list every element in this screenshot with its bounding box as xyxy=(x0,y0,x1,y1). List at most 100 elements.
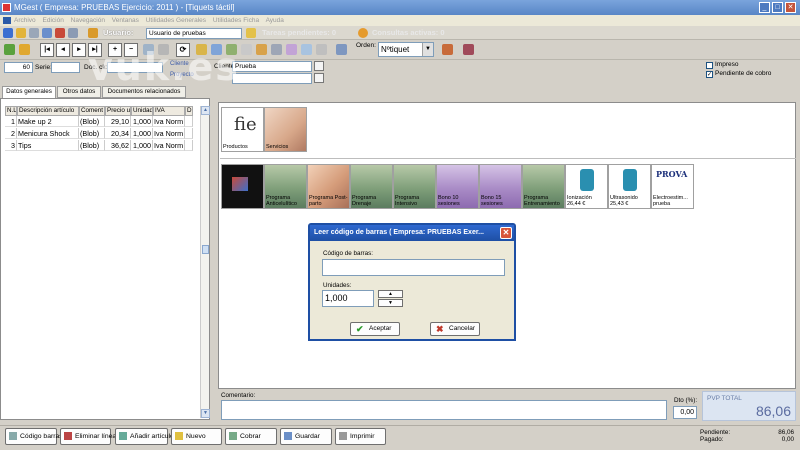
discount-field[interactable]: 0,00 xyxy=(673,406,697,419)
last-record-button[interactable]: ▸| xyxy=(88,43,102,57)
scroll-thumb[interactable] xyxy=(202,245,209,254)
grid-icon[interactable] xyxy=(226,44,237,55)
project-lookup-button[interactable] xyxy=(314,73,324,83)
barcode-button[interactable]: Código barras xyxy=(5,428,63,445)
client-lookup-button[interactable] xyxy=(314,61,324,71)
print-icon[interactable] xyxy=(29,28,39,38)
menu-utilidades-generales[interactable]: Utilidades Generales xyxy=(146,17,206,24)
forward-arrow-icon[interactable] xyxy=(19,44,30,55)
tools-icon[interactable] xyxy=(463,44,474,55)
scroll-up-icon[interactable]: ▲ xyxy=(201,106,210,115)
user-field[interactable]: Usuario de pruebas xyxy=(146,28,242,39)
remove-record-button[interactable]: − xyxy=(124,43,138,57)
accept-button[interactable]: ✔ Aceptar xyxy=(350,322,400,336)
chart-icon[interactable] xyxy=(286,44,297,55)
series-field[interactable] xyxy=(51,62,80,73)
pen-icon[interactable] xyxy=(442,44,453,55)
refresh-button[interactable]: ⟳ xyxy=(176,43,190,57)
product-tile-ultrasonido[interactable]: Ultrasonido 25,43 € xyxy=(608,164,651,209)
product-tile-post-parto[interactable]: Programa Post-parto xyxy=(307,164,350,209)
product-tile-bono-15[interactable]: Bono 15 sesiones xyxy=(479,164,522,209)
calculator-icon[interactable] xyxy=(68,28,78,38)
col-header-comment[interactable]: Coment xyxy=(79,106,105,116)
table-row[interactable]: 2 Menicura Shock (Blob) 20,34 1,000 Iva … xyxy=(5,128,193,139)
add-record-button[interactable]: + xyxy=(108,43,122,57)
scroll-down-icon[interactable]: ▼ xyxy=(201,409,210,418)
project-field[interactable] xyxy=(232,73,312,84)
active-queries[interactable]: Consultas activas: 0 xyxy=(372,28,445,37)
category-tile-products[interactable]: ﬁe Productos xyxy=(221,107,264,152)
back-arrow-icon[interactable] xyxy=(4,44,15,55)
doc-field[interactable] xyxy=(107,62,163,73)
product-tile-arrow[interactable] xyxy=(221,164,264,209)
tasks-icon[interactable] xyxy=(246,28,256,38)
window-list-icon[interactable] xyxy=(211,44,222,55)
menu-navegacion[interactable]: Navegación xyxy=(71,17,105,24)
light-icon[interactable] xyxy=(16,28,26,38)
print-button[interactable]: Imprimir xyxy=(335,428,386,445)
maximize-button[interactable]: □ xyxy=(772,2,783,13)
pending-payment-checkbox[interactable]: ✓ xyxy=(706,71,713,78)
table-row[interactable]: 3 Tips (Blob) 36,62 1,000 Iva Norm xyxy=(5,140,193,151)
first-record-button[interactable]: |◂ xyxy=(40,43,54,57)
client-field[interactable]: Prueba xyxy=(232,61,312,72)
menu-ayuda[interactable]: Ayuda xyxy=(266,17,284,24)
new-button[interactable]: Nuevo xyxy=(171,428,222,445)
folder-icon[interactable] xyxy=(196,44,207,55)
col-header-line[interactable]: N.L. xyxy=(5,106,17,116)
barcode-input[interactable] xyxy=(322,259,505,276)
client-label: Cliente xyxy=(170,61,189,67)
edit-icon[interactable] xyxy=(143,44,154,55)
units-input[interactable]: 1,000 xyxy=(322,290,374,307)
pending-tasks[interactable]: Tareas pendientes: 0 xyxy=(262,28,336,37)
col-header-description[interactable]: Descripción artículo xyxy=(17,106,79,116)
dialog-close-button[interactable]: ✕ xyxy=(500,227,512,239)
col-header-vat[interactable]: IVA xyxy=(153,106,185,116)
cancel-edit-icon[interactable] xyxy=(158,44,169,55)
tab-related-documents[interactable]: Documentos relacionados xyxy=(102,86,186,98)
delete-line-button[interactable]: Eliminar línea xyxy=(60,428,116,445)
tab-other-data[interactable]: Otros datos xyxy=(57,86,101,98)
email-icon[interactable] xyxy=(256,44,267,55)
search-icon[interactable] xyxy=(336,44,347,55)
print-toolbar-icon[interactable] xyxy=(271,44,282,55)
save-button[interactable]: Guardar xyxy=(280,428,332,445)
close-button[interactable]: ✕ xyxy=(785,2,796,13)
document-icon[interactable] xyxy=(241,44,252,55)
product-tile-drenaje[interactable]: Programa Drenaje xyxy=(350,164,393,209)
product-tile-electroestimulacion[interactable]: PROVA Electroestim... prueba xyxy=(651,164,694,209)
cancel-button[interactable]: ✖ Cancelar xyxy=(430,322,480,336)
menu-ventanas[interactable]: Ventanas xyxy=(112,17,139,24)
grid-scrollbar[interactable]: ▲ ▼ xyxy=(200,106,210,418)
next-record-button[interactable]: ▸ xyxy=(72,43,86,57)
comment-field[interactable] xyxy=(221,400,667,420)
queries-icon[interactable] xyxy=(358,28,368,38)
add-item-button[interactable]: Añadir artículo xyxy=(115,428,174,445)
printed-checkbox[interactable] xyxy=(706,62,713,69)
series-number-field[interactable]: 60 xyxy=(4,62,33,73)
tool-icon[interactable] xyxy=(55,28,65,38)
table-row[interactable]: 1 Make up 2 (Blob) 29,10 1,000 Iva Norm xyxy=(5,116,193,127)
product-tile-entrenamiento[interactable]: Programa Entrenamiento xyxy=(522,164,565,209)
menu-utilidades-ficha[interactable]: Utilidades Ficha xyxy=(213,17,259,24)
settings-icon[interactable] xyxy=(316,44,327,55)
category-tile-services[interactable]: Servicios xyxy=(264,107,307,152)
product-tile-anticelulitico[interactable]: Programa Anticelulítico xyxy=(264,164,307,209)
menu-edicion[interactable]: Edición xyxy=(43,17,64,24)
col-header-units[interactable]: Unidad xyxy=(131,106,153,116)
home-icon[interactable] xyxy=(3,28,13,38)
filter-icon[interactable] xyxy=(301,44,312,55)
units-decrement-button[interactable]: ▼ xyxy=(378,299,403,307)
menu-archivo[interactable]: Archivo xyxy=(14,17,36,24)
col-header-discount[interactable]: D xyxy=(185,106,193,116)
window-icon[interactable] xyxy=(42,28,52,38)
product-tile-intensivo[interactable]: Programa Intensivo xyxy=(393,164,436,209)
charge-button[interactable]: Cobrar xyxy=(225,428,277,445)
previous-record-button[interactable]: ◂ xyxy=(56,43,70,57)
units-increment-button[interactable]: ▲ xyxy=(378,290,403,298)
product-tile-bono-10[interactable]: Bono 10 sesiones xyxy=(436,164,479,209)
col-header-price[interactable]: Precio un xyxy=(105,106,131,116)
minimize-button[interactable]: _ xyxy=(759,2,770,13)
order-select[interactable]: Nºtiquet ▼ xyxy=(378,42,434,57)
product-tile-ionizacion[interactable]: Ionización 26,44 € xyxy=(565,164,608,209)
